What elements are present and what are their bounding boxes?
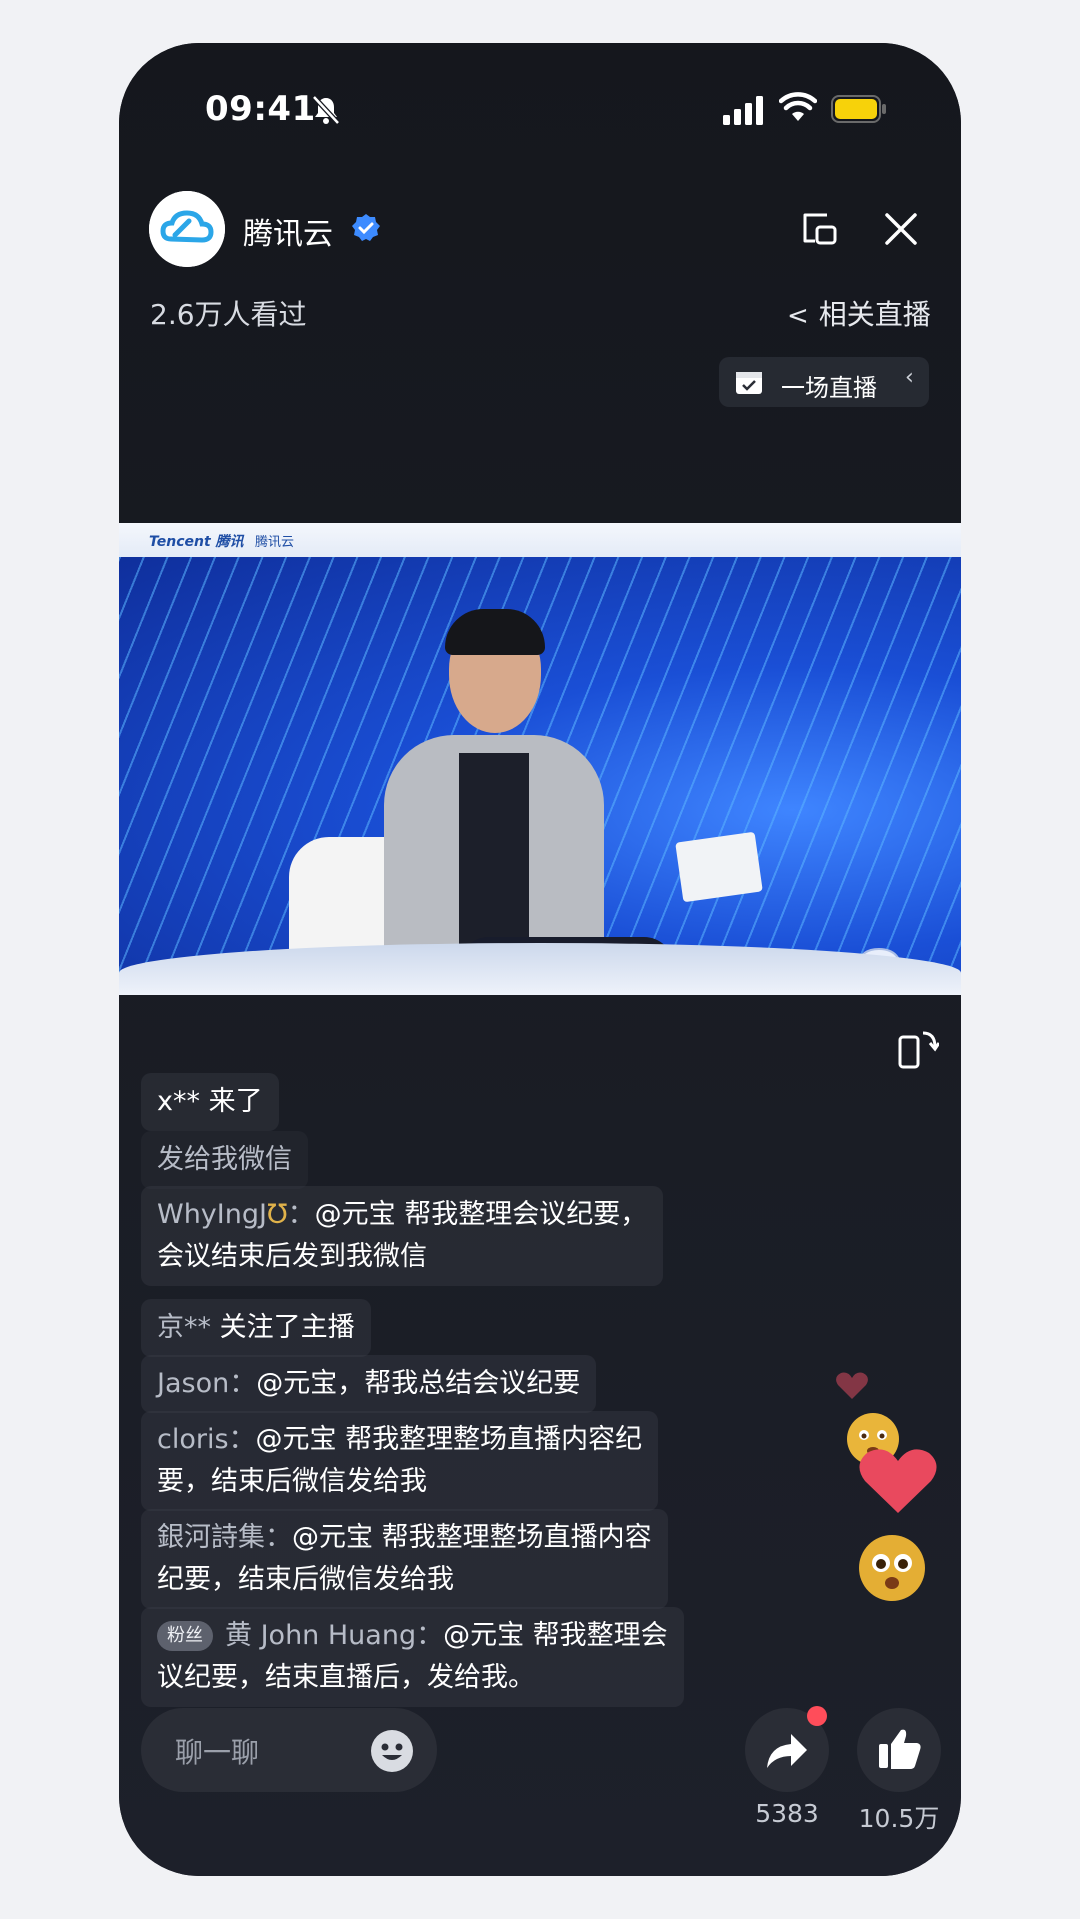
comment-user[interactable]: 銀河詩集 (157, 1522, 265, 1553)
comment-item: Jason：@元宝，帮我总结会议纪要 (141, 1355, 597, 1413)
pip-icon[interactable] (797, 207, 841, 251)
comment-text: 来了 (208, 1086, 263, 1117)
wifi-icon (779, 92, 817, 121)
video-banner: Tencent 腾讯 腾讯云 (119, 523, 961, 557)
session-chip[interactable]: 一场直播 ‹ (719, 357, 929, 407)
comment-user[interactable]: 京** (157, 1312, 211, 1343)
emoji-icon[interactable] (369, 1728, 415, 1774)
heart-icon (836, 1372, 868, 1399)
related-live-label: 相关直播 (818, 298, 931, 331)
session-label: 一场直播 (781, 374, 877, 402)
comment-text: 发给我微信 (157, 1144, 292, 1175)
comment-text-cont: 纪要，结束后微信发给我 (157, 1564, 454, 1595)
comment-item: cloris：@元宝 帮我整理整场直播内容纪 要，结束后微信发给我 (141, 1411, 659, 1511)
tencent-brand: Tencent 腾讯 (149, 534, 244, 550)
video-scene (119, 557, 961, 995)
battery-icon (831, 95, 886, 123)
close-icon[interactable] (881, 209, 921, 249)
chevron-left-icon: < (787, 301, 809, 331)
verified-icon (352, 214, 380, 241)
comment-user[interactable]: 黄 John Huang (225, 1620, 416, 1651)
comment-text-cont: 议纪要，结束直播后，发给我。 (157, 1662, 535, 1693)
comment-item: WhyIngJƱ：@元宝 帮我整理会议纪要， 会议结束后发到我微信 (141, 1186, 664, 1286)
butterfly-icon: Ʊ (266, 1199, 288, 1230)
comment-user[interactable]: cloris (157, 1424, 229, 1455)
comment-text: @元宝 帮我整理会议纪要， (314, 1199, 648, 1230)
fan-badge: 粉丝 (157, 1621, 213, 1651)
status-time: 09:41 (205, 89, 316, 129)
like-button[interactable] (857, 1708, 941, 1792)
comment-item: 銀河詩集：@元宝 帮我整理整场直播内容 纪要，结束后微信发给我 (141, 1509, 668, 1609)
channel-avatar[interactable] (149, 191, 225, 267)
tencent-cloud-brand: 腾讯云 (255, 535, 295, 550)
share-icon (767, 1734, 807, 1768)
comment-text-cont: 会议结束后发到我微信 (157, 1241, 427, 1272)
comment-text: @元宝，帮我总结会议纪要 (256, 1368, 581, 1399)
comment-user[interactable]: Jason (157, 1368, 229, 1399)
emoji-reaction-icon (859, 1535, 925, 1601)
viewer-count: 2.6万人看过 (150, 298, 307, 331)
speaker-hair (445, 609, 545, 655)
rotate-screen-icon[interactable] (897, 1025, 939, 1071)
signal-icon (723, 96, 763, 125)
like-count: 10.5万 (858, 1804, 940, 1833)
heart-icon (859, 1449, 937, 1513)
comment-item: 京** 关注了主播 (141, 1299, 371, 1357)
channel-name[interactable]: 腾讯云 (243, 209, 333, 253)
calendar-icon (736, 372, 762, 394)
chat-placeholder: 聊一聊 (175, 1736, 260, 1769)
comment-item: x** 来了 (141, 1073, 279, 1131)
share-count: 5383 (755, 1799, 819, 1828)
comment-text: 关注了主播 (219, 1312, 355, 1343)
thumbs-up-icon (879, 1729, 921, 1769)
bell-off-icon (312, 95, 340, 125)
more-arrow-icon: ‹ (905, 365, 914, 390)
comment-text: @元宝 帮我整理整场直播内容纪 (255, 1424, 643, 1455)
phone-frame: 09:41 腾讯云 2.6万人看过 < 相关直播 一场直播 ‹ Tencent … (119, 43, 961, 1876)
comment-text-cont: 要，结束后微信发给我 (157, 1466, 427, 1497)
stage-floor (119, 943, 961, 995)
tencent-cloud-logo-icon (149, 191, 225, 267)
notification-dot (807, 1706, 827, 1726)
comment-text: @元宝 帮我整理会 (443, 1620, 668, 1651)
live-video[interactable]: Tencent 腾讯 腾讯云 (119, 523, 961, 995)
comment-text: @元宝 帮我整理整场直播内容 (292, 1522, 652, 1553)
chat-input[interactable]: 聊一聊 (141, 1708, 437, 1792)
speaker-device (675, 831, 763, 903)
comment-item: 粉丝黄 John Huang：@元宝 帮我整理会 议纪要，结束直播后，发给我。 (141, 1607, 684, 1707)
comment-user[interactable]: WhyIngJ (157, 1199, 267, 1230)
related-live-button[interactable]: < 相关直播 (787, 293, 931, 333)
comment-user[interactable]: x** (157, 1086, 200, 1117)
comment-item: 发给我微信 (141, 1131, 308, 1189)
